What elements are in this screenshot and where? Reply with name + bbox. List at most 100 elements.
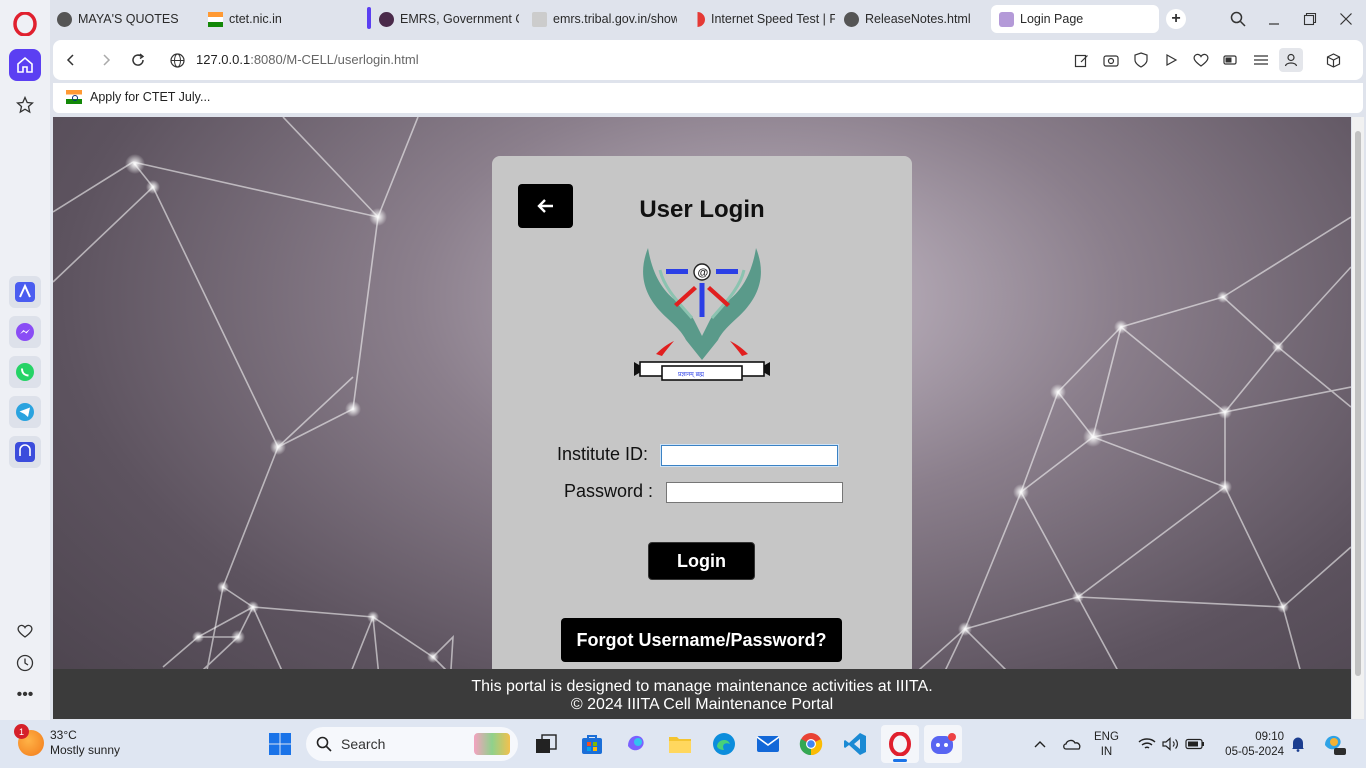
speedometer-icon bbox=[690, 11, 705, 27]
tab-search-icon[interactable] bbox=[1228, 9, 1248, 29]
search-placeholder: Search bbox=[341, 736, 386, 752]
reload-icon[interactable] bbox=[128, 50, 148, 70]
notification-badge: 1 bbox=[14, 724, 29, 739]
url-field[interactable]: 127.0.0.1:8080/M-CELL/userlogin.html bbox=[196, 52, 419, 67]
windows-start-icon[interactable] bbox=[266, 730, 294, 758]
language-indicator[interactable]: ENG IN bbox=[1094, 730, 1119, 760]
new-tab-icon[interactable]: + bbox=[1166, 9, 1186, 29]
task-view-icon[interactable] bbox=[532, 730, 560, 758]
institute-id-input[interactable] bbox=[660, 444, 839, 467]
heart-icon[interactable] bbox=[14, 620, 36, 642]
shield-icon[interactable] bbox=[1131, 50, 1151, 70]
iiita-favicon-icon bbox=[999, 11, 1014, 27]
opera-sidebar: ••• bbox=[0, 0, 50, 720]
weather-widget[interactable]: 1 33°C Mostly sunny bbox=[14, 724, 121, 758]
play-icon[interactable] bbox=[1161, 50, 1181, 70]
taskbar-search[interactable]: Search bbox=[306, 727, 518, 761]
login-button[interactable]: Login bbox=[648, 542, 755, 580]
login-title: User Login bbox=[639, 196, 765, 223]
aria-app-icon[interactable] bbox=[9, 276, 41, 308]
tab-strip: MAYA'S QUOTES ctet.nic.in EMRS, Governme… bbox=[50, 0, 1366, 38]
tab-mayas-quotes[interactable]: MAYA'S QUOTES bbox=[57, 5, 197, 33]
opera-logo-icon[interactable] bbox=[13, 11, 37, 37]
globe-icon bbox=[844, 11, 859, 27]
site-info-globe-icon[interactable] bbox=[167, 50, 187, 70]
forward-nav-icon[interactable] bbox=[96, 50, 116, 70]
globe-icon bbox=[57, 11, 72, 27]
institute-id-label: Institute ID: bbox=[557, 444, 649, 464]
discord-icon[interactable] bbox=[924, 725, 962, 763]
weather-temperature: 33°C bbox=[50, 728, 77, 742]
battery-icon[interactable] bbox=[1184, 730, 1206, 758]
wifi-icon[interactable] bbox=[1136, 730, 1158, 758]
restore-icon[interactable] bbox=[1300, 9, 1320, 29]
logo-caption: प्रज्ञानम् ब्रह्म bbox=[678, 371, 704, 378]
page-footer: This portal is designed to manage mainte… bbox=[53, 669, 1351, 719]
close-window-icon[interactable] bbox=[1336, 9, 1356, 29]
password-input[interactable] bbox=[666, 482, 843, 503]
bookmark-ctet[interactable]: Apply for CTET July... bbox=[66, 90, 210, 104]
iiita-logo: @ प्रज्ञानम् ब्रह्म bbox=[634, 248, 770, 388]
minimize-icon[interactable] bbox=[1264, 9, 1284, 29]
extensions-cube-icon[interactable] bbox=[1323, 50, 1343, 70]
svg-text:@: @ bbox=[698, 267, 709, 279]
history-icon[interactable] bbox=[14, 652, 36, 674]
footer-description: This portal is designed to manage mainte… bbox=[471, 678, 933, 695]
tab-login-page[interactable]: Login Page bbox=[991, 5, 1159, 33]
messenger-icon[interactable] bbox=[9, 316, 41, 348]
india-flag-icon bbox=[208, 11, 223, 27]
edit-icon[interactable] bbox=[1071, 50, 1091, 70]
profile-icon[interactable] bbox=[1279, 48, 1303, 72]
back-nav-icon[interactable] bbox=[61, 50, 81, 70]
home-icon[interactable] bbox=[9, 49, 41, 81]
onedrive-cloud-icon[interactable] bbox=[1060, 730, 1084, 758]
search-icon bbox=[316, 736, 332, 752]
favorite-heart-icon[interactable] bbox=[1191, 50, 1211, 70]
scrollbar-thumb[interactable] bbox=[1355, 131, 1361, 676]
camera-icon[interactable] bbox=[1101, 50, 1121, 70]
whatsapp-icon[interactable] bbox=[9, 356, 41, 388]
file-explorer-icon[interactable] bbox=[666, 730, 694, 758]
telegram-icon[interactable] bbox=[9, 396, 41, 428]
footer-copyright: © 2024 IIITA Cell Maintenance Portal bbox=[570, 696, 834, 713]
tab-ctet[interactable]: ctet.nic.in bbox=[208, 5, 358, 33]
vscode-icon[interactable] bbox=[841, 730, 869, 758]
login-card: User Login @ प्रज्ञानम् ब्रह्म Institute… bbox=[492, 156, 912, 676]
page-scrollbar[interactable] bbox=[1352, 117, 1364, 719]
tab-speed-test[interactable]: Internet Speed Test | Fa bbox=[690, 5, 835, 33]
document-icon bbox=[532, 11, 547, 27]
page-viewport: User Login @ प्रज्ञानम् ब्रह्म Institute… bbox=[53, 117, 1351, 719]
forgot-password-button[interactable]: Forgot Username/Password? bbox=[561, 618, 842, 662]
copilot-pre-icon[interactable] bbox=[1320, 730, 1348, 758]
sunny-weather-icon: 1 bbox=[14, 724, 44, 756]
emrs-logo-icon bbox=[379, 11, 394, 27]
clock-time: 09:10 bbox=[1255, 731, 1284, 743]
star-icon[interactable] bbox=[14, 94, 36, 116]
address-bar: 127.0.0.1:8080/M-CELL/userlogin.html bbox=[53, 40, 1363, 80]
active-app-indicator bbox=[893, 759, 907, 762]
edge-browser-icon[interactable] bbox=[710, 730, 738, 758]
weather-description: Mostly sunny bbox=[50, 743, 121, 757]
tab-emrs[interactable]: EMRS, Government Of bbox=[379, 5, 519, 33]
volume-icon[interactable] bbox=[1160, 730, 1182, 758]
india-flag-icon bbox=[66, 90, 82, 104]
tab-release-notes[interactable]: ReleaseNotes.html bbox=[844, 5, 984, 33]
show-hidden-icons-chevron-icon[interactable] bbox=[1030, 730, 1050, 758]
search-highlight-icon bbox=[474, 733, 510, 755]
password-label: Password : bbox=[564, 481, 654, 501]
windows-taskbar: 1 33°C Mostly sunny Search ENG IN 09:10 … bbox=[0, 720, 1366, 768]
clock-date: 05-05-2024 bbox=[1225, 746, 1284, 758]
easy-setup-icon[interactable] bbox=[1251, 50, 1271, 70]
tab-emrs-tribal[interactable]: emrs.tribal.gov.in/show bbox=[532, 5, 677, 33]
clock[interactable]: 09:10 05-05-2024 bbox=[1222, 730, 1284, 760]
microsoft-store-icon[interactable] bbox=[578, 730, 606, 758]
opera-taskbar-icon[interactable] bbox=[881, 725, 919, 763]
bookmarks-bar: Apply for CTET July... bbox=[53, 83, 1363, 113]
copilot-icon[interactable] bbox=[622, 730, 650, 758]
music-player-icon[interactable] bbox=[9, 436, 41, 468]
battery-saver-icon[interactable] bbox=[1221, 50, 1241, 70]
more-icon[interactable]: ••• bbox=[14, 684, 36, 706]
notification-bell-icon[interactable] bbox=[1288, 730, 1308, 758]
chrome-icon[interactable] bbox=[797, 730, 825, 758]
mail-icon[interactable] bbox=[754, 730, 782, 758]
